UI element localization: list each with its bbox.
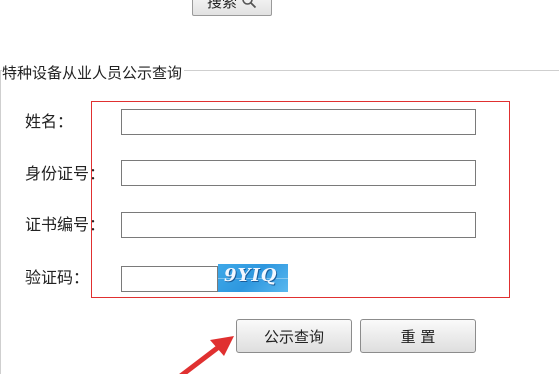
captcha-image-text: 9YIQ [224, 265, 278, 286]
captcha-input[interactable] [121, 266, 218, 292]
query-button[interactable]: 公示查询 [236, 319, 352, 353]
panel-title: 特种设备从业人员公示查询 [2, 63, 185, 83]
name-label: 姓名： [25, 112, 74, 131]
name-input[interactable] [121, 109, 476, 135]
certificate-number-label: 证书编号： [25, 215, 106, 234]
reset-button[interactable]: 重 置 [360, 319, 476, 353]
search-button[interactable]: 搜索 [192, 0, 272, 16]
id-number-input[interactable] [121, 160, 476, 186]
captcha-label: 验证码： [25, 268, 90, 287]
search-button-label: 搜索 [206, 0, 237, 11]
search-icon [241, 0, 257, 9]
id-number-label: 身份证号： [25, 164, 106, 183]
page: 搜索 特种设备从业人员公示查询 姓名： 身份证号： 证书编号： 验证码： 9YI… [0, 0, 559, 374]
certificate-number-input[interactable] [121, 212, 476, 238]
captcha-image[interactable]: 9YIQ [218, 264, 288, 292]
